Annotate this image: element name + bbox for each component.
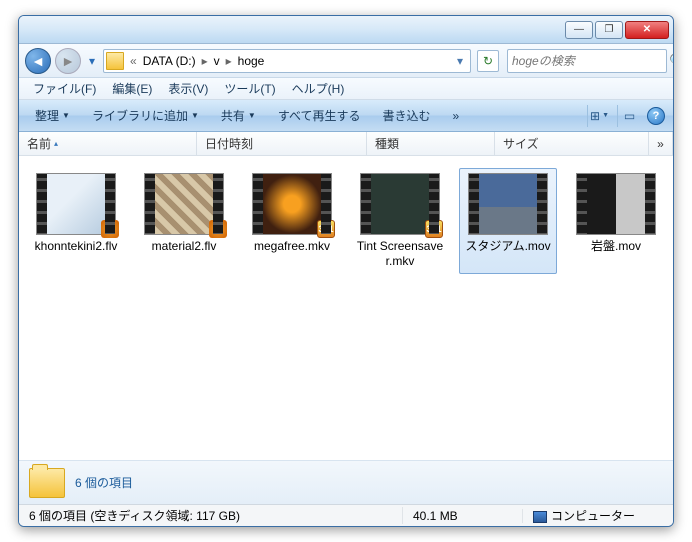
filetype-overlay-icon: 321 [317, 220, 335, 238]
organize-button[interactable]: 整理▼ [27, 104, 78, 127]
file-item[interactable]: khonntekini2.flv [27, 168, 125, 274]
file-thumbnail [468, 173, 548, 235]
breadcrumb-v[interactable]: v [210, 54, 224, 68]
file-item[interactable]: 321Tint Screensaver.mkv [351, 168, 449, 274]
filetype-overlay-icon [101, 220, 119, 238]
file-item[interactable]: material2.flv [135, 168, 233, 274]
history-dropdown[interactable]: ▾ [85, 48, 99, 74]
file-thumbnail: 321 [360, 173, 440, 235]
file-name: khonntekini2.flv [35, 239, 118, 254]
filetype-overlay-icon: 321 [425, 220, 443, 238]
file-name: Tint Screensaver.mkv [356, 239, 444, 269]
navigation-bar: ◄ ► ▾ « DATA (D:) ▸ v ▸ hoge ▾ ↻ 🔍 [19, 44, 673, 78]
status-size: 40.1 MB [403, 509, 523, 523]
filetype-overlay-icon [209, 220, 227, 238]
file-thumbnail: 321 [252, 173, 332, 235]
col-type[interactable]: 種類 [367, 132, 495, 155]
burn-button[interactable]: 書き込む [375, 104, 439, 127]
details-summary: 6 個の項目 [75, 474, 133, 491]
status-items: 6 個の項目 (空きディスク領域: 117 GB) [19, 507, 403, 524]
file-name: megafree.mkv [254, 239, 330, 254]
details-pane: 6 個の項目 [19, 460, 673, 504]
refresh-button[interactable]: ↻ [477, 50, 499, 72]
col-size[interactable]: サイズ [495, 132, 649, 155]
menu-file[interactable]: ファイル(F) [27, 78, 102, 99]
preview-pane-button[interactable]: ▭ [617, 105, 641, 127]
maximize-button[interactable]: ❐ [595, 21, 623, 39]
file-list[interactable]: khonntekini2.flvmaterial2.flv321megafree… [19, 156, 673, 460]
file-name: material2.flv [152, 239, 217, 254]
file-thumbnail [36, 173, 116, 235]
address-dropdown[interactable]: ▾ [452, 54, 468, 68]
view-mode-button[interactable]: ⊞▼ [587, 105, 611, 127]
help-button[interactable]: ? [647, 107, 665, 125]
folder-icon [106, 52, 124, 70]
breadcrumb-sep[interactable]: ▸ [200, 54, 210, 68]
menu-help[interactable]: ヘルプ(H) [286, 78, 351, 99]
column-headers: 名前▴ 日付時刻 種類 サイズ » [19, 132, 673, 156]
search-input[interactable] [512, 54, 669, 68]
menu-tools[interactable]: ツール(T) [218, 78, 281, 99]
command-bar: 整理▼ ライブラリに追加▼ 共有▼ すべて再生する 書き込む » ⊞▼ ▭ ? [19, 100, 673, 132]
folder-icon [29, 468, 65, 498]
forward-button[interactable]: ► [55, 48, 81, 74]
col-more[interactable]: » [649, 132, 673, 155]
col-name[interactable]: 名前▴ [19, 132, 197, 155]
file-thumbnail [576, 173, 656, 235]
file-name: 岩盤.mov [591, 239, 641, 254]
status-computer: コンピューター [523, 507, 673, 524]
search-box[interactable]: 🔍 [507, 49, 667, 73]
file-item[interactable]: 321megafree.mkv [243, 168, 341, 274]
menu-edit[interactable]: 編集(E) [106, 78, 158, 99]
address-bar[interactable]: « DATA (D:) ▸ v ▸ hoge ▾ [103, 49, 471, 73]
status-bar: 6 個の項目 (空きディスク領域: 117 GB) 40.1 MB コンピュータ… [19, 504, 673, 526]
explorer-window: — ❐ ✕ ◄ ► ▾ « DATA (D:) ▸ v ▸ hoge ▾ ↻ 🔍… [18, 15, 674, 527]
menu-bar: ファイル(F) 編集(E) 表示(V) ツール(T) ヘルプ(H) [19, 78, 673, 100]
more-commands[interactable]: » [445, 106, 468, 126]
file-item[interactable]: 岩盤.mov [567, 168, 665, 274]
titlebar: — ❐ ✕ [19, 16, 673, 44]
breadcrumb-hoge[interactable]: hoge [234, 54, 269, 68]
computer-icon [533, 511, 547, 523]
col-date[interactable]: 日付時刻 [197, 132, 367, 155]
minimize-button[interactable]: — [565, 21, 593, 39]
breadcrumb-sep[interactable]: ▸ [224, 54, 234, 68]
play-all-button[interactable]: すべて再生する [270, 104, 369, 127]
sort-indicator-icon: ▴ [54, 139, 58, 148]
back-button[interactable]: ◄ [25, 48, 51, 74]
share-button[interactable]: 共有▼ [213, 104, 264, 127]
breadcrumb-root[interactable]: DATA (D:) [139, 54, 200, 68]
add-to-library-button[interactable]: ライブラリに追加▼ [84, 104, 207, 127]
file-name: スタジアム.mov [465, 239, 550, 254]
close-button[interactable]: ✕ [625, 21, 669, 39]
breadcrumb-leading[interactable]: « [128, 54, 139, 68]
menu-view[interactable]: 表示(V) [162, 78, 214, 99]
file-item[interactable]: スタジアム.mov [459, 168, 557, 274]
file-thumbnail [144, 173, 224, 235]
search-icon[interactable]: 🔍 [669, 53, 674, 69]
